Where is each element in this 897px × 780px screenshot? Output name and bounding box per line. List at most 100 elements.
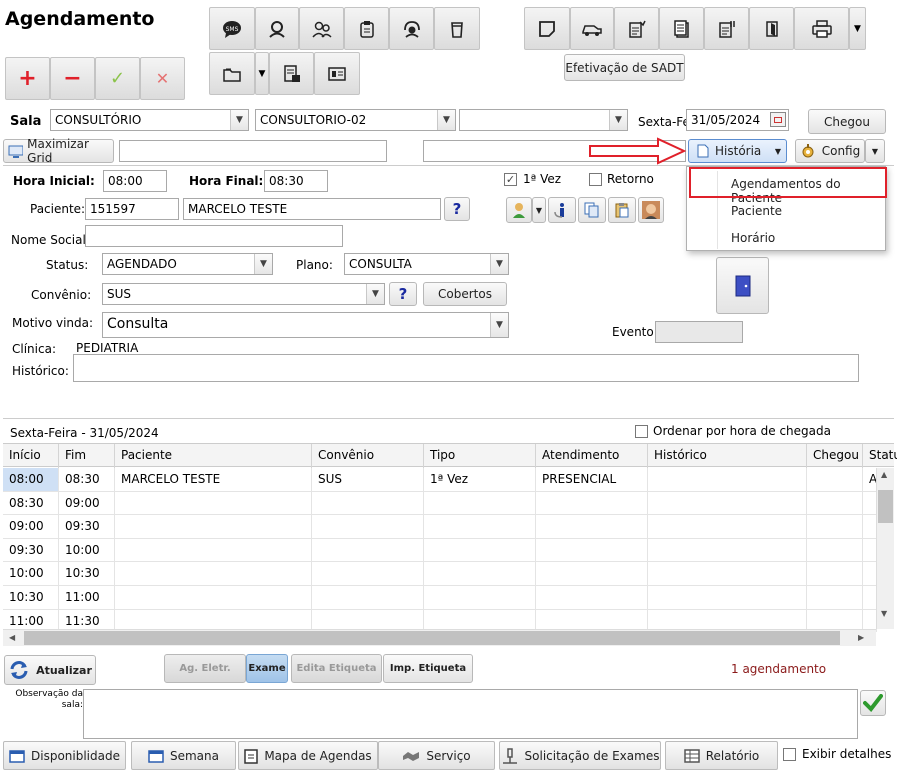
ordenar-checkbox[interactable] — [635, 425, 648, 438]
convenio-help-button[interactable]: ? — [389, 282, 417, 306]
sala-select-3[interactable]: ▼ — [459, 109, 628, 131]
evento-input[interactable] — [655, 321, 743, 343]
sms-button[interactable]: SMS — [209, 7, 255, 50]
remove-button[interactable]: − — [50, 57, 95, 100]
clipboard-button[interactable] — [344, 7, 389, 50]
edita-etiqueta-button[interactable]: Edita Etiqueta — [291, 654, 382, 683]
tab-mapa-agendas[interactable]: Mapa de Agendas — [238, 741, 378, 770]
scroll-thumb[interactable] — [878, 490, 893, 523]
column-header[interactable]: Tipo — [424, 444, 536, 468]
retorno-checkbox[interactable] — [589, 173, 602, 186]
nome-social-input[interactable] — [85, 225, 343, 247]
vertical-scrollbar[interactable]: ▲ ▼ — [876, 468, 894, 629]
atualizar-button[interactable]: Atualizar — [4, 655, 96, 685]
tab-disponibilidade[interactable]: Disponiblidade — [3, 741, 126, 770]
paciente-id-input[interactable]: 151597 — [85, 198, 179, 220]
table-row[interactable]: 10:30 11:00 — [3, 586, 877, 610]
h-scroll-thumb[interactable] — [24, 631, 840, 645]
sala-select-1[interactable]: CONSULTÓRIO ▼ — [50, 109, 249, 131]
tab-solicitacao-exames[interactable]: Solicitação de Exames — [499, 741, 661, 770]
copy-button[interactable] — [578, 197, 606, 223]
group-button[interactable] — [299, 7, 344, 50]
chegou-button[interactable]: Chegou — [808, 109, 886, 134]
historico-input[interactable] — [73, 354, 859, 382]
user-button[interactable] — [255, 7, 299, 50]
patient-user-dropdown[interactable]: ▼ — [532, 197, 546, 223]
column-header[interactable]: Histórico — [648, 444, 807, 468]
scroll-up-icon[interactable]: ▲ — [881, 470, 887, 479]
sala-select-1-value: CONSULTÓRIO — [55, 113, 142, 127]
cup-button[interactable] — [434, 7, 480, 50]
doc-tools-button[interactable] — [704, 7, 749, 50]
folder-button[interactable] — [209, 52, 255, 95]
card-button[interactable] — [314, 52, 360, 95]
menu-item-paciente[interactable]: Paciente — [731, 204, 782, 218]
confirm-button[interactable]: ✓ — [95, 57, 140, 100]
calendar-icon[interactable] — [770, 112, 786, 127]
config-dropdown[interactable]: ▼ — [865, 139, 885, 163]
report-button[interactable] — [269, 52, 314, 95]
table-row[interactable]: 08:00 08:30 MARCELO TESTE SUS 1ª Vez PRESENCI… — [3, 468, 877, 492]
convenio-select[interactable]: SUS ▼ — [102, 283, 385, 305]
historia-button[interactable]: História ▼ — [688, 139, 787, 163]
ag-eletr-button[interactable]: Ag. Eletr. — [164, 654, 246, 683]
primeira-vez-checkbox[interactable]: ✓ — [504, 173, 517, 186]
docs-button[interactable] — [659, 7, 704, 50]
tab-servico[interactable]: Serviço — [378, 741, 495, 770]
column-header[interactable]: Statu — [863, 444, 897, 468]
column-header[interactable]: Início — [3, 444, 59, 468]
table-row[interactable]: 10:00 10:30 — [3, 562, 877, 586]
plano-select[interactable]: CONSULTA ▼ — [344, 253, 509, 275]
horizontal-scrollbar[interactable]: ◀ ▶ — [3, 629, 876, 646]
support-button[interactable] — [389, 7, 434, 50]
note-button[interactable] — [524, 7, 570, 50]
column-header[interactable]: Convênio — [312, 444, 424, 468]
tab-semana-label: Semana — [169, 748, 219, 763]
maximizar-grid-button[interactable]: Maximizar Grid — [3, 137, 114, 165]
table-row[interactable]: 09:30 10:00 — [3, 538, 877, 563]
ambulance-button[interactable] — [570, 7, 614, 50]
photo-button[interactable] — [638, 197, 664, 223]
status-select[interactable]: AGENDADO ▼ — [102, 253, 273, 275]
table-row[interactable]: 08:30 09:00 — [3, 491, 877, 516]
column-header[interactable]: Paciente — [115, 444, 312, 468]
sala-select-2[interactable]: CONSULTORIO-02 ▼ — [255, 109, 456, 131]
column-header[interactable]: Fim — [59, 444, 115, 468]
print-button[interactable] — [794, 7, 849, 50]
tab-semana[interactable]: Semana — [131, 741, 236, 770]
table-row[interactable]: 09:00 09:30 — [3, 515, 877, 539]
paciente-help-button[interactable]: ? — [444, 197, 470, 221]
cancel-button[interactable]: ✕ — [140, 57, 185, 100]
exibir-detalhes-checkbox[interactable] — [783, 748, 796, 761]
imp-etiqueta-button[interactable]: Imp. Etiqueta — [383, 654, 473, 683]
search-field-1[interactable] — [119, 140, 387, 162]
column-header[interactable]: Atendimento — [536, 444, 648, 468]
config-button[interactable]: Config — [795, 139, 865, 163]
hora-final-input[interactable]: 08:30 — [264, 170, 328, 192]
table-cell: 11:00 — [59, 586, 115, 609]
observacao-textarea[interactable] — [83, 689, 858, 739]
scroll-down-icon[interactable]: ▼ — [881, 609, 887, 618]
refresh-icon — [10, 661, 28, 679]
doc-check-button[interactable] — [614, 7, 659, 50]
scroll-right-icon[interactable]: ▶ — [858, 633, 864, 642]
efetivacao-sadt-button[interactable]: Efetivação de SADT — [564, 54, 685, 81]
exit-button[interactable] — [749, 7, 794, 50]
scroll-left-icon[interactable]: ◀ — [9, 633, 15, 642]
add-button[interactable]: + — [5, 57, 50, 100]
paste-button[interactable] — [608, 197, 636, 223]
paciente-nome-input[interactable]: MARCELO TESTE — [183, 198, 441, 220]
column-header[interactable]: Chegou — [807, 444, 863, 468]
hora-inicial-input[interactable]: 08:00 — [103, 170, 167, 192]
cobertos-button[interactable]: Cobertos — [423, 282, 507, 306]
tab-relatorio[interactable]: Relatório — [665, 741, 778, 770]
door-button[interactable] — [716, 257, 769, 314]
exame-button[interactable]: Exame — [246, 654, 288, 683]
motivo-select[interactable]: Consulta ▼ — [102, 312, 509, 338]
save-observacao-button[interactable] — [860, 690, 886, 716]
menu-item-horario[interactable]: Horário — [731, 231, 775, 245]
folder-dropdown[interactable]: ▼ — [255, 52, 269, 95]
patient-user-button[interactable] — [506, 197, 532, 223]
print-dropdown[interactable]: ▼ — [849, 7, 866, 50]
info-button[interactable] — [548, 197, 576, 223]
